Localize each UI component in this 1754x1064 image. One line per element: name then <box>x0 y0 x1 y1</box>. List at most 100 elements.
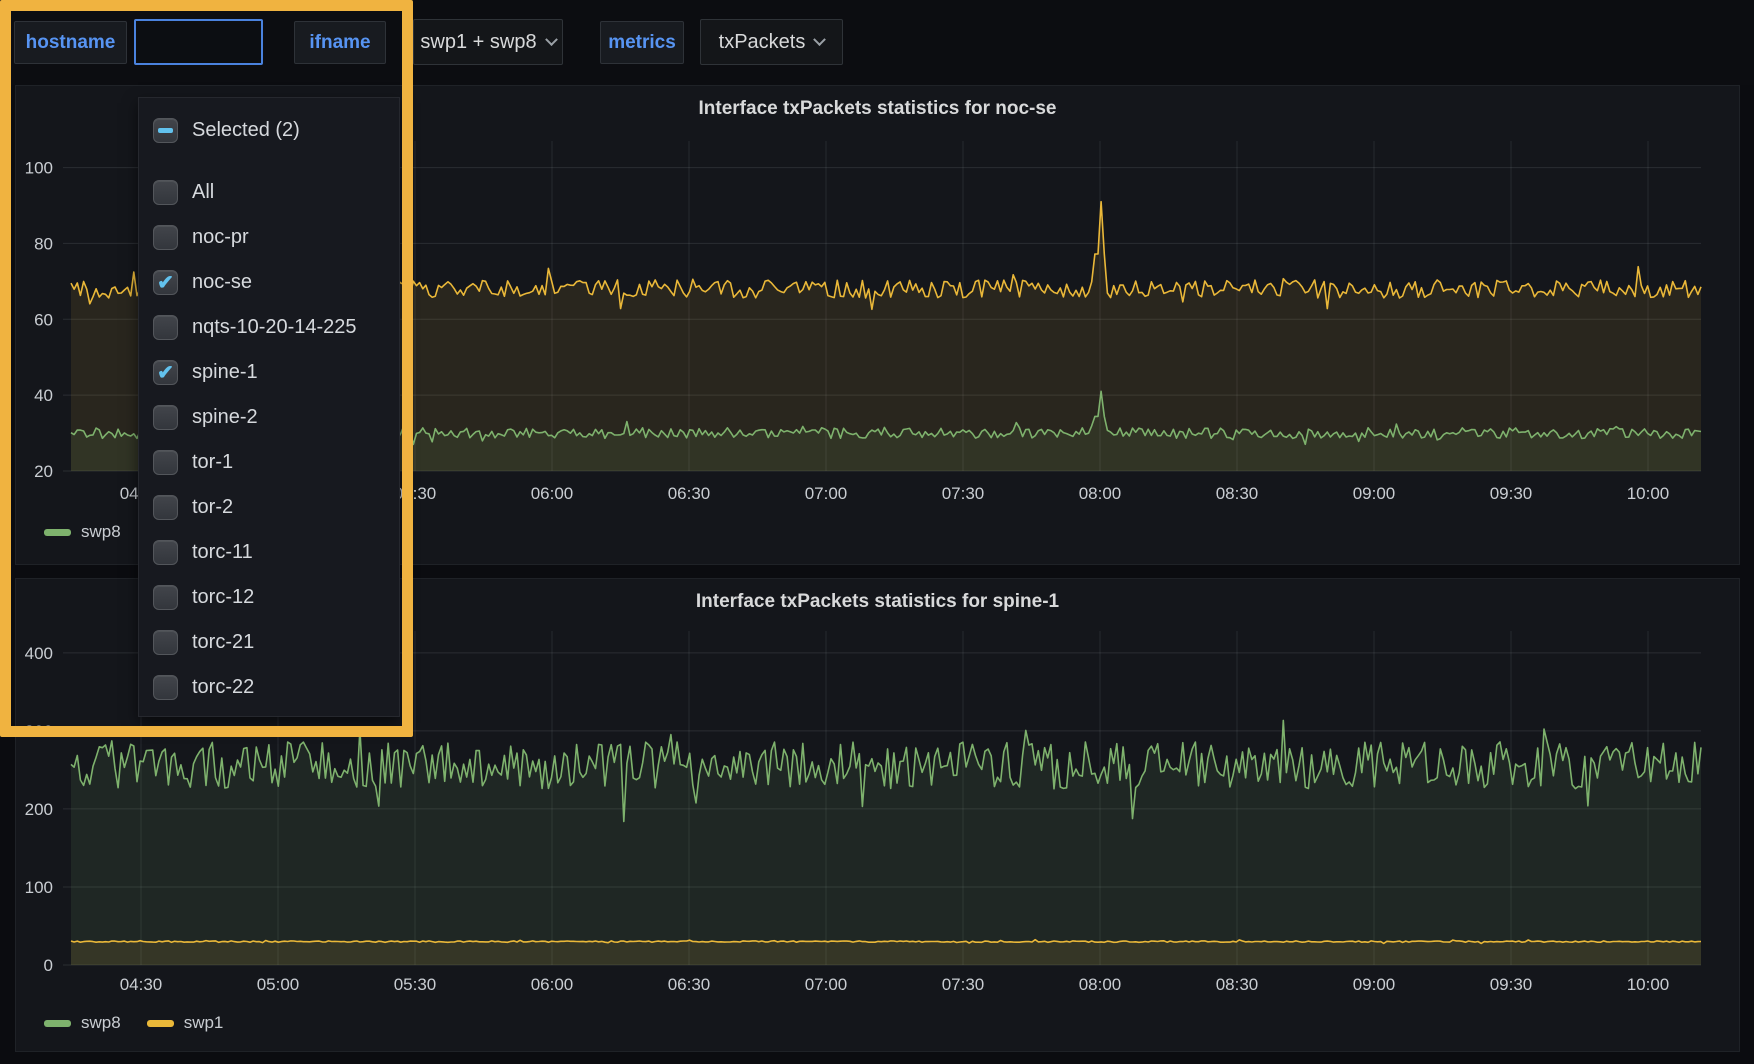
dropdown-summary-label: Selected (2) <box>192 119 300 142</box>
x-tick-label: 06:30 <box>668 484 711 503</box>
x-tick-label: 10:00 <box>1627 975 1670 994</box>
x-tick-label: 05:30 <box>394 975 437 994</box>
dropdown-option-label: All <box>192 181 214 204</box>
dropdown-option-label: noc-pr <box>192 226 249 249</box>
unchecked-checkbox[interactable] <box>153 225 178 250</box>
unchecked-checkbox[interactable] <box>153 405 178 430</box>
x-tick-label: 08:00 <box>1079 484 1122 503</box>
legend-dash-icon <box>147 1020 174 1027</box>
dropdown-selected-summary[interactable]: Selected (2) <box>139 108 399 153</box>
y-tick-label: 100 <box>25 878 53 897</box>
x-tick-label: 10:00 <box>1627 484 1670 503</box>
unchecked-checkbox[interactable] <box>153 450 178 475</box>
metrics-variable-label[interactable]: metrics <box>600 21 684 64</box>
dropdown-option-All[interactable]: All <box>139 170 399 215</box>
hostname-dropdown-menu: Selected (2) All noc-pr ✔ noc-se nqts-10-20-… <box>138 97 400 717</box>
x-tick-label: 07:30 <box>942 484 985 503</box>
unchecked-checkbox[interactable] <box>153 180 178 205</box>
legend-label: swp1 <box>184 1013 224 1033</box>
dropdown-option-noc-se[interactable]: ✔ noc-se <box>139 260 399 305</box>
x-tick-label: 07:00 <box>805 975 848 994</box>
x-tick-label: 07:30 <box>942 975 985 994</box>
hostname-variable-label[interactable]: hostname <box>14 21 127 64</box>
indeterminate-checkbox[interactable] <box>153 118 178 143</box>
series-area-swp1 <box>71 940 1701 965</box>
ifname-value: swp1 + swp8 <box>420 31 536 54</box>
y-tick-label: 60 <box>34 310 53 329</box>
chevron-down-icon <box>813 33 826 46</box>
dashboard-screen: hostname ifname swp1 + swp8 metrics txPa… <box>0 0 1754 1064</box>
y-tick-label: 300 <box>25 722 53 741</box>
y-tick-label: 100 <box>25 159 53 178</box>
dropdown-option-label: torc-11 <box>192 541 253 564</box>
y-tick-label: 0 <box>44 956 53 975</box>
unchecked-checkbox[interactable] <box>153 585 178 610</box>
dropdown-option-nqts-10-20-14-225[interactable]: nqts-10-20-14-225 <box>139 305 399 350</box>
x-tick-label: 04:30 <box>120 975 163 994</box>
x-tick-label: 05:00 <box>257 975 300 994</box>
indeterminate-dash-icon <box>158 128 173 133</box>
legend-item-swp8[interactable]: swp8 <box>44 1013 121 1033</box>
dropdown-option-label: nqts-10-20-14-225 <box>192 316 357 339</box>
dropdown-option-torc-11[interactable]: torc-11 <box>139 530 399 575</box>
unchecked-checkbox[interactable] <box>153 675 178 700</box>
hostname-input[interactable] <box>134 19 263 65</box>
legend-label: swp8 <box>81 522 121 542</box>
x-tick-label: 09:00 <box>1353 484 1396 503</box>
dropdown-option-torc-12[interactable]: torc-12 <box>139 575 399 620</box>
x-tick-label: 06:00 <box>531 484 574 503</box>
ifname-value-dropdown[interactable]: swp1 + swp8 <box>413 19 563 65</box>
x-tick-label: 08:00 <box>1079 975 1122 994</box>
legend-item-swp8[interactable]: swp8 <box>44 522 121 542</box>
x-tick-label: 09:30 <box>1490 975 1533 994</box>
x-tick-label: 07:00 <box>805 484 848 503</box>
check-icon: ✔ <box>157 273 174 293</box>
dropdown-option-label: tor-1 <box>192 451 233 474</box>
ifname-variable-label[interactable]: ifname <box>294 21 386 64</box>
y-tick-label: 200 <box>25 800 53 819</box>
legend-label: swp8 <box>81 1013 121 1033</box>
dropdown-option-label: tor-2 <box>192 496 233 519</box>
y-tick-label: 80 <box>34 234 53 253</box>
x-tick-label: 08:30 <box>1216 975 1259 994</box>
check-icon: ✔ <box>157 363 174 383</box>
x-tick-label: 08:30 <box>1216 484 1259 503</box>
dropdown-options-list: All noc-pr ✔ noc-se nqts-10-20-14-225 ✔ spine-… <box>139 170 399 710</box>
chart-legend: swp8 swp1 <box>44 1013 223 1033</box>
dropdown-option-tor-2[interactable]: tor-2 <box>139 485 399 530</box>
series-area-swp8 <box>71 720 1701 965</box>
y-tick-label: 40 <box>34 386 53 405</box>
checked-checkbox[interactable]: ✔ <box>153 270 178 295</box>
dropdown-option-spine-2[interactable]: spine-2 <box>139 395 399 440</box>
chevron-down-icon <box>545 33 558 46</box>
dropdown-option-torc-22[interactable]: torc-22 <box>139 665 399 710</box>
unchecked-checkbox[interactable] <box>153 495 178 520</box>
dropdown-option-label: spine-2 <box>192 406 258 429</box>
dropdown-option-noc-pr[interactable]: noc-pr <box>139 215 399 260</box>
x-tick-label: 05:30 <box>394 484 437 503</box>
y-tick-label: 20 <box>34 462 53 481</box>
unchecked-checkbox[interactable] <box>153 540 178 565</box>
y-tick-label: 400 <box>25 644 53 663</box>
checked-checkbox[interactable]: ✔ <box>153 360 178 385</box>
unchecked-checkbox[interactable] <box>153 630 178 655</box>
dropdown-option-label: torc-21 <box>192 631 254 654</box>
legend-item-swp1[interactable]: swp1 <box>147 1013 224 1033</box>
dropdown-option-label: spine-1 <box>192 361 258 384</box>
metrics-value: txPackets <box>719 31 806 54</box>
dropdown-option-label: torc-22 <box>192 676 254 699</box>
x-tick-label: 09:30 <box>1490 484 1533 503</box>
dropdown-option-tor-1[interactable]: tor-1 <box>139 440 399 485</box>
x-tick-label: 06:00 <box>531 975 574 994</box>
legend-dash-icon <box>44 529 71 536</box>
dropdown-option-spine-1[interactable]: ✔ spine-1 <box>139 350 399 395</box>
x-tick-label: 06:30 <box>668 975 711 994</box>
unchecked-checkbox[interactable] <box>153 315 178 340</box>
dropdown-option-label: torc-12 <box>192 586 254 609</box>
variables-toolbar: hostname ifname swp1 + swp8 metrics txPa… <box>0 0 1754 85</box>
x-tick-label: 09:00 <box>1353 975 1396 994</box>
dropdown-option-torc-21[interactable]: torc-21 <box>139 620 399 665</box>
metrics-value-dropdown[interactable]: txPackets <box>700 19 843 65</box>
legend-dash-icon <box>44 1020 71 1027</box>
dropdown-option-label: noc-se <box>192 271 252 294</box>
